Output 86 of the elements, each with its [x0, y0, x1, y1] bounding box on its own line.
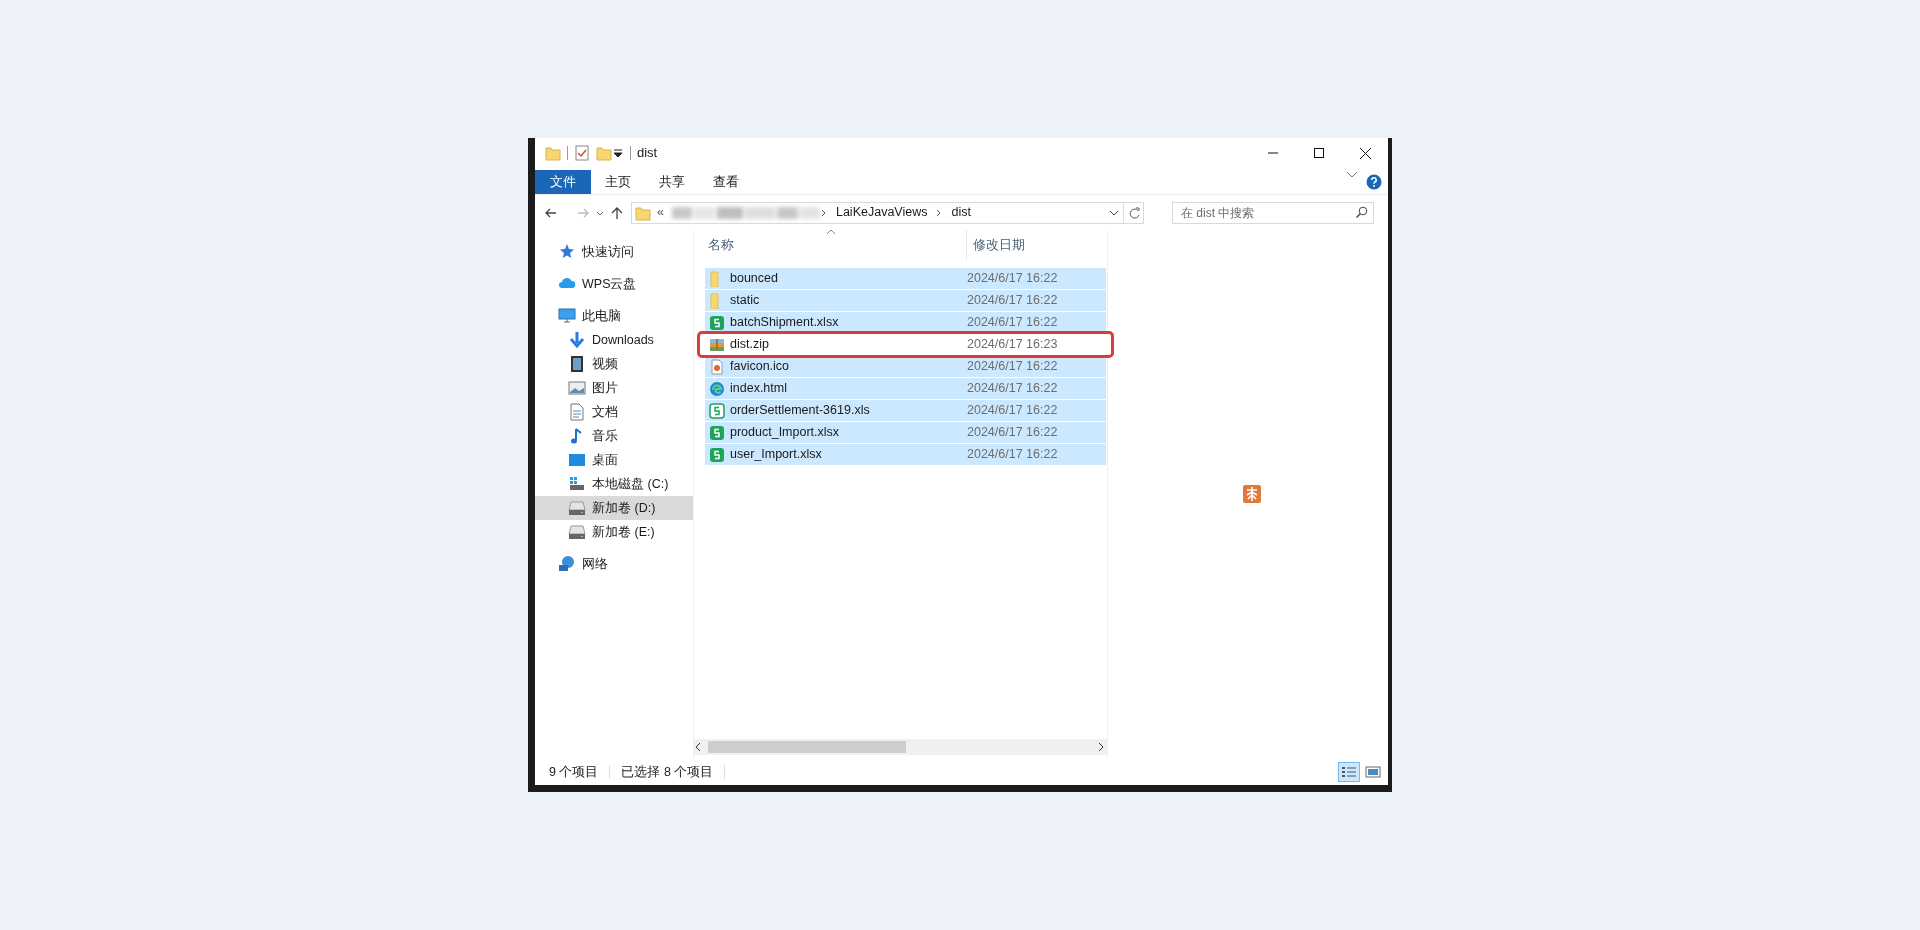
- file-date: 2024/6/17 16:22: [967, 314, 1058, 332]
- file-name: favicon.ico: [730, 358, 790, 376]
- file-name: static: [730, 292, 760, 310]
- picture-view-icon: [1365, 765, 1381, 779]
- breadcrumb-chevron-icon: [819, 208, 828, 217]
- search-icon: [1355, 205, 1368, 219]
- ribbon-tab[interactable]: 主页: [591, 170, 645, 194]
- file-name: bounced: [730, 270, 778, 288]
- file-date: 2024/6/17 16:22: [967, 380, 1058, 398]
- sidebar-item[interactable]: 新加卷 (E:): [535, 520, 693, 544]
- file-row[interactable]: favicon.ico 2024/6/17 16:22: [705, 356, 1106, 377]
- sidebar-item[interactable]: 网络: [535, 552, 693, 576]
- file-date: 2024/6/17 16:22: [967, 270, 1058, 288]
- sidebar-item[interactable]: 本地磁盘 (C:): [535, 472, 693, 496]
- drive-icon: [568, 475, 586, 493]
- view-toggle-button[interactable]: [1338, 762, 1360, 782]
- file-name: product_Import.xlsx: [730, 424, 840, 442]
- file-row[interactable]: bounced 2024/6/17 16:22: [705, 268, 1106, 289]
- file-row[interactable]: batchShipment.xlsx 2024/6/17 16:22: [705, 312, 1106, 333]
- address-bar[interactable]: « LaiKeJavaViews dist: [631, 201, 1144, 224]
- help-icon[interactable]: [1366, 174, 1382, 190]
- ribbon-tab[interactable]: 查看: [699, 170, 753, 194]
- folder-icon: [635, 204, 651, 221]
- file-date: 2024/6/17 16:22: [967, 292, 1058, 310]
- sidebar-item[interactable]: 图片: [535, 376, 693, 400]
- spreadsheet-icon: [709, 424, 725, 441]
- close-icon: [1359, 147, 1371, 159]
- file-name: orderSettlement-3619.xls: [730, 402, 870, 420]
- column-header[interactable]: 名称: [694, 230, 967, 260]
- horizontal-scrollbar[interactable]: [694, 739, 1107, 755]
- file-row[interactable]: product_Import.xlsx 2024/6/17 16:22: [705, 422, 1106, 443]
- spreadsheet-icon: [709, 402, 725, 419]
- picture-icon: [568, 379, 586, 397]
- dropdown-icon[interactable]: [612, 146, 624, 160]
- file-row[interactable]: index.html 2024/6/17 16:22: [705, 378, 1106, 399]
- status-text: 已选择 8 个项目: [621, 763, 714, 781]
- network-icon: [558, 555, 576, 573]
- file-row[interactable]: static 2024/6/17 16:22: [705, 290, 1106, 311]
- sidebar-item[interactable]: WPS云盘: [535, 272, 693, 296]
- breadcrumb[interactable]: LaiKeJavaViews: [835, 203, 928, 222]
- spreadsheet-icon: [709, 314, 725, 331]
- column-header[interactable]: 修改日期: [967, 230, 1107, 260]
- file-name: user_Import.xlsx: [730, 446, 822, 464]
- file-date: 2024/6/17 16:22: [967, 358, 1058, 376]
- screen-icon: [568, 451, 586, 469]
- file-name: batchShipment.xlsx: [730, 314, 839, 332]
- sidebar-item[interactable]: 快速访问: [535, 240, 693, 264]
- file-row[interactable]: user_Import.xlsx 2024/6/17 16:22: [705, 444, 1106, 465]
- sidebar-item[interactable]: 桌面: [535, 448, 693, 472]
- sidebar-item[interactable]: 文档: [535, 400, 693, 424]
- ribbon-tab[interactable]: 共享: [645, 170, 699, 194]
- document-icon: [568, 403, 586, 421]
- details-view-icon: [1341, 765, 1357, 779]
- sidebar-item[interactable]: 音乐: [535, 424, 693, 448]
- maximize-icon: [1314, 148, 1324, 158]
- breadcrumb[interactable]: dist: [951, 203, 971, 222]
- file-row[interactable]: dist.zip 2024/6/17 16:23: [700, 334, 1111, 355]
- window-title: dist: [637, 144, 658, 163]
- breadcrumb-overflow[interactable]: «: [657, 203, 664, 222]
- file-row[interactable]: orderSettlement-3619.xls 2024/6/17 16:22: [705, 400, 1106, 421]
- tile-icon: [1243, 485, 1261, 503]
- file-date: 2024/6/17 16:22: [967, 446, 1058, 464]
- down-arrow-icon: [568, 331, 586, 349]
- globe-icon: [709, 380, 725, 397]
- file-date: 2024/6/17 16:23: [967, 336, 1058, 354]
- search-field[interactable]: 在 dist 中搜索: [1172, 201, 1374, 224]
- file-date: 2024/6/17 16:22: [967, 402, 1058, 420]
- file-name: index.html: [730, 380, 787, 398]
- film-icon: [568, 355, 586, 373]
- computer-icon: [558, 307, 576, 325]
- file-date: 2024/6/17 16:22: [967, 424, 1058, 442]
- sidebar-item[interactable]: Downloads: [535, 328, 693, 352]
- drive-icon: [568, 499, 586, 517]
- image-file-icon: [709, 358, 725, 375]
- refresh-icon[interactable]: [1127, 205, 1143, 220]
- file-name: dist.zip: [730, 336, 769, 354]
- archive-icon: [709, 336, 725, 353]
- star-icon: [558, 243, 576, 261]
- drive-icon: [568, 523, 586, 541]
- properties-icon[interactable]: [574, 145, 590, 161]
- chevron-icon[interactable]: [1346, 170, 1358, 180]
- sidebar-item[interactable]: 新加卷 (D:): [535, 496, 693, 520]
- spreadsheet-icon: [709, 446, 725, 463]
- sidebar-item[interactable]: 视频: [535, 352, 693, 376]
- status-text: 9 个项目: [549, 763, 599, 781]
- sidebar-item[interactable]: 此电脑: [535, 304, 693, 328]
